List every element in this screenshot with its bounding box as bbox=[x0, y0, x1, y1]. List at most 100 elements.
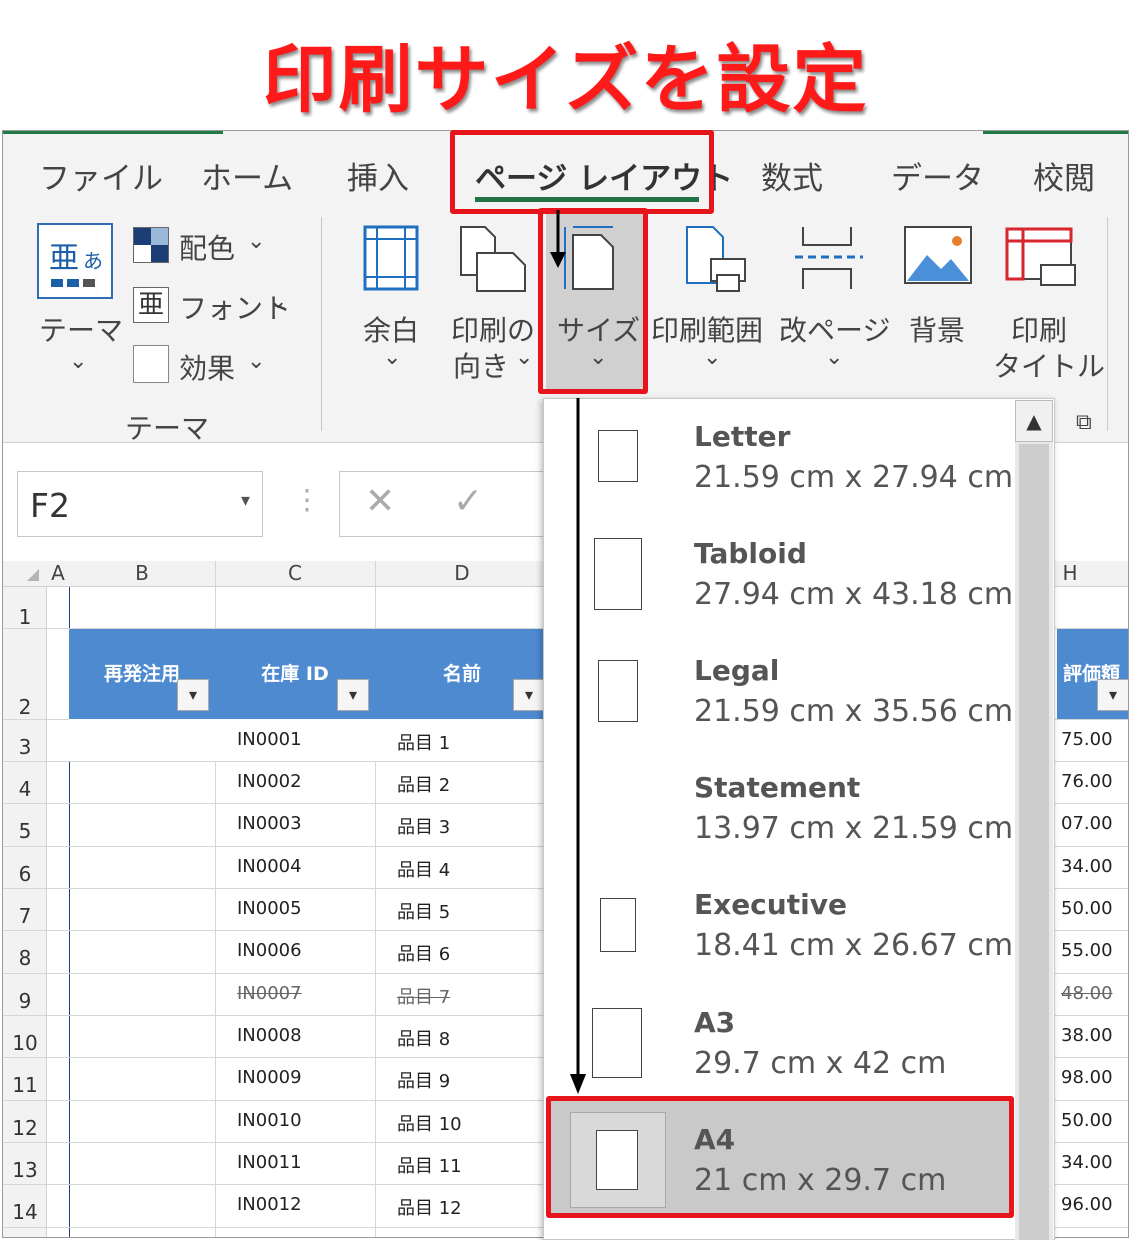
cell-id[interactable]: IN0001 bbox=[237, 729, 302, 750]
filter-dropdown-icon[interactable]: ▾ bbox=[177, 679, 209, 711]
cell-name[interactable]: 品目 5 bbox=[397, 898, 450, 924]
cell-name[interactable]: 品目 6 bbox=[397, 940, 450, 966]
margins-label[interactable]: 余白 bbox=[363, 309, 419, 349]
cell-value[interactable]: 34.00 bbox=[1061, 856, 1113, 877]
print-area-label[interactable]: 印刷範囲 bbox=[651, 309, 763, 349]
cell-value[interactable]: 38.00 bbox=[1061, 1025, 1113, 1046]
cell-name[interactable]: 品目 1 bbox=[397, 729, 450, 755]
breaks-icon[interactable] bbox=[793, 223, 865, 293]
cell-value[interactable]: 55.00 bbox=[1061, 940, 1113, 961]
scroll-up-icon[interactable]: ▲ bbox=[1015, 400, 1053, 442]
themes-label[interactable]: テーマ bbox=[39, 309, 123, 349]
dropdown-item-statement-size[interactable]: 13.97 cm x 21.59 cm bbox=[694, 811, 1013, 846]
row-header[interactable]: 5 bbox=[5, 819, 45, 843]
row-header[interactable]: 14 bbox=[5, 1200, 45, 1224]
row-header[interactable]: 2 bbox=[5, 695, 45, 719]
column-header-a[interactable]: A bbox=[47, 561, 69, 587]
orientation-label-1[interactable]: 印刷の bbox=[451, 309, 535, 349]
fonts-chevron-icon[interactable]: ⌄ bbox=[269, 289, 287, 314]
select-all-icon[interactable] bbox=[25, 567, 41, 583]
cell-id[interactable]: IN0008 bbox=[237, 1025, 302, 1046]
tab-insert[interactable]: 挿入 bbox=[347, 153, 409, 198]
row-header[interactable]: 8 bbox=[5, 946, 45, 970]
breaks-label[interactable]: 改ページ bbox=[779, 309, 890, 349]
row-header[interactable]: 12 bbox=[5, 1116, 45, 1140]
filter-dropdown-icon[interactable]: ▾ bbox=[1097, 679, 1128, 711]
cell-name[interactable]: 品目 3 bbox=[397, 813, 450, 839]
row-header[interactable]: 13 bbox=[5, 1158, 45, 1182]
cell-id[interactable]: IN0012 bbox=[237, 1194, 302, 1215]
cell-value[interactable]: 48.00 bbox=[1061, 983, 1113, 1004]
cell-value[interactable]: 50.00 bbox=[1061, 1110, 1113, 1131]
cell-value[interactable]: 75.00 bbox=[1061, 729, 1113, 750]
themes-chevron-icon[interactable]: ⌄ bbox=[69, 349, 87, 374]
colors-chevron-icon[interactable]: ⌄ bbox=[247, 229, 265, 254]
cell-name[interactable]: 品目 8 bbox=[397, 1025, 450, 1051]
table-row[interactable] bbox=[69, 719, 549, 761]
cell-name[interactable]: 品目 9 bbox=[397, 1067, 450, 1093]
row-header[interactable]: 9 bbox=[5, 989, 45, 1013]
fonts-icon[interactable]: 亜 bbox=[133, 287, 169, 323]
column-header-b[interactable]: B bbox=[69, 561, 215, 587]
cell-id[interactable]: IN0009 bbox=[237, 1067, 302, 1088]
row-header[interactable]: 6 bbox=[5, 862, 45, 886]
margins-icon[interactable] bbox=[361, 223, 423, 293]
orientation-chevron-icon[interactable]: ⌄ bbox=[515, 345, 533, 370]
orientation-icon[interactable] bbox=[455, 223, 531, 295]
cell-name[interactable]: 品目 11 bbox=[397, 1152, 462, 1178]
column-header-c[interactable]: C bbox=[215, 561, 375, 587]
cell-id[interactable]: IN0007 bbox=[237, 983, 302, 1004]
print-titles-label-2[interactable]: タイトル bbox=[993, 345, 1105, 385]
cell-name[interactable]: 品目 7 bbox=[397, 983, 450, 1009]
column-header-h[interactable]: H bbox=[1055, 561, 1085, 587]
print-titles-icon[interactable] bbox=[1003, 225, 1079, 297]
orientation-label-2[interactable]: 向き bbox=[453, 345, 509, 385]
effects-label[interactable]: 効果 bbox=[179, 347, 235, 387]
dropdown-item-legal[interactable]: Legal bbox=[694, 654, 779, 687]
name-box[interactable]: F2 ▾ bbox=[17, 471, 263, 537]
cell-value[interactable]: 34.00 bbox=[1061, 1152, 1113, 1173]
dropdown-item-executive[interactable]: Executive bbox=[694, 888, 847, 921]
cell-id[interactable]: IN0011 bbox=[237, 1152, 302, 1173]
print-titles-label-1[interactable]: 印刷 bbox=[1011, 309, 1067, 349]
dropdown-item-legal-size[interactable]: 21.59 cm x 35.56 cm bbox=[694, 694, 1013, 729]
margins-chevron-icon[interactable]: ⌄ bbox=[383, 345, 401, 370]
dropdown-item-a3[interactable]: A3 bbox=[694, 1006, 735, 1039]
print-area-chevron-icon[interactable]: ⌄ bbox=[703, 345, 721, 370]
cell-value[interactable]: 50.00 bbox=[1061, 898, 1113, 919]
background-icon[interactable] bbox=[903, 225, 973, 287]
colors-label[interactable]: 配色 bbox=[179, 227, 235, 267]
themes-icon[interactable]: 亜 あ bbox=[37, 223, 113, 299]
cell-id[interactable]: IN0005 bbox=[237, 898, 302, 919]
breaks-chevron-icon[interactable]: ⌄ bbox=[825, 345, 843, 370]
tab-data[interactable]: データ bbox=[891, 153, 984, 198]
dialog-launcher-icon[interactable]: ⧉ bbox=[1076, 410, 1092, 435]
cell-value[interactable]: 76.00 bbox=[1061, 771, 1113, 792]
cell-value[interactable]: 96.00 bbox=[1061, 1194, 1113, 1215]
name-box-dropdown-icon[interactable]: ▾ bbox=[241, 490, 250, 511]
row-header[interactable]: 11 bbox=[5, 1073, 45, 1097]
colors-icon[interactable] bbox=[133, 227, 169, 263]
effects-chevron-icon[interactable]: ⌄ bbox=[247, 349, 265, 374]
dropdown-item-statement[interactable]: Statement bbox=[694, 771, 860, 804]
cell-value[interactable]: 98.00 bbox=[1061, 1067, 1113, 1088]
cell-id[interactable]: IN0003 bbox=[237, 813, 302, 834]
confirm-icon[interactable]: ✓ bbox=[453, 481, 483, 522]
print-area-icon[interactable] bbox=[681, 223, 751, 297]
cancel-icon[interactable]: ✕ bbox=[365, 481, 395, 522]
row-header[interactable]: 10 bbox=[5, 1031, 45, 1055]
tab-formulas[interactable]: 数式 bbox=[761, 153, 823, 198]
cell-id[interactable]: IN0002 bbox=[237, 771, 302, 792]
dropdown-item-tabloid-size[interactable]: 27.94 cm x 43.18 cm bbox=[694, 577, 1013, 612]
row-header[interactable]: 4 bbox=[5, 777, 45, 801]
cell-name[interactable]: 品目 12 bbox=[397, 1194, 462, 1220]
cell-id[interactable]: IN0004 bbox=[237, 856, 302, 877]
tab-review[interactable]: 校閲 bbox=[1033, 153, 1095, 198]
dropdown-item-executive-size[interactable]: 18.41 cm x 26.67 cm bbox=[694, 928, 1013, 963]
cell-id[interactable]: IN0006 bbox=[237, 940, 302, 961]
cell-id[interactable]: IN0010 bbox=[237, 1110, 302, 1131]
dropdown-item-a3-size[interactable]: 29.7 cm x 42 cm bbox=[694, 1046, 946, 1081]
dropdown-scroll-thumb[interactable] bbox=[1019, 444, 1049, 1240]
row-header[interactable]: 3 bbox=[5, 735, 45, 759]
effects-icon[interactable] bbox=[133, 345, 169, 383]
